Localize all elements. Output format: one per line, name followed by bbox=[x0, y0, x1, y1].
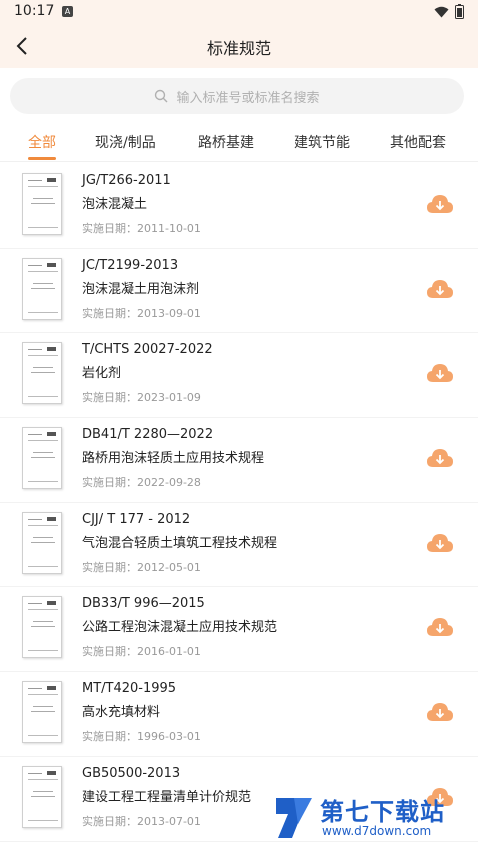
document-thumbnail bbox=[22, 681, 62, 744]
list-item[interactable]: MT/T420-1995 高水充填材料 实施日期：1996-03-01 bbox=[0, 672, 478, 757]
tab-road-bridge[interactable]: 路桥基建 bbox=[198, 132, 254, 152]
status-icons bbox=[434, 4, 464, 19]
tab-energy-saving[interactable]: 建筑节能 bbox=[294, 132, 350, 152]
list-item[interactable]: JC/T2199-2013 泡沫混凝土用泡沫剂 实施日期：2013-09-01 bbox=[0, 249, 478, 334]
watermark-url: www.d7down.com bbox=[322, 824, 432, 838]
effective-date: 实施日期：1996-03-01 bbox=[82, 728, 201, 744]
tab-other[interactable]: 其他配套 bbox=[390, 132, 446, 152]
date-prefix: 实施日期： bbox=[82, 476, 137, 490]
notification-icon: A bbox=[62, 6, 73, 17]
document-thumbnail bbox=[22, 427, 62, 490]
document-thumbnail bbox=[22, 765, 62, 828]
cloud-download-icon bbox=[427, 618, 453, 637]
list-item[interactable]: DB41/T 2280—2022 路桥用泡沫轻质土应用技术规程 实施日期：202… bbox=[0, 418, 478, 503]
effective-date: 实施日期：2011-10-01 bbox=[82, 220, 201, 236]
date-value: 1996-03-01 bbox=[137, 730, 201, 744]
date-prefix: 实施日期： bbox=[82, 730, 137, 744]
document-thumbnail bbox=[22, 173, 62, 235]
standard-code: DB41/T 2280—2022 bbox=[82, 427, 214, 443]
standard-name: 高水充填材料 bbox=[82, 705, 161, 721]
standard-name: 路桥用泡沫轻质土应用技术规程 bbox=[82, 451, 265, 467]
cloud-download-icon bbox=[427, 703, 453, 722]
watermark-title: 第七下载站 bbox=[320, 798, 445, 826]
standard-code: GB50500-2013 bbox=[82, 765, 181, 781]
page-title: 标准规范 bbox=[206, 39, 271, 58]
date-value: 2016-01-01 bbox=[137, 645, 201, 659]
category-tabs: 全部 现浇/制品 路桥基建 建筑节能 其他配套 bbox=[0, 124, 478, 162]
site-logo bbox=[276, 798, 312, 838]
effective-date: 实施日期：2022-09-28 bbox=[82, 474, 201, 490]
standard-name: 建设工程工程量清单计价规范 bbox=[82, 789, 252, 805]
cloud-download-icon bbox=[427, 364, 453, 383]
standard-name: 泡沫混凝土 bbox=[82, 197, 148, 212]
cloud-download-icon bbox=[427, 195, 453, 213]
battery-icon bbox=[455, 4, 464, 19]
search-section: 输入标准号或标准名搜索 bbox=[0, 68, 478, 124]
date-prefix: 实施日期： bbox=[82, 814, 137, 828]
standard-name: 气泡混合轻质土填筑工程技术规程 bbox=[82, 535, 278, 551]
date-prefix: 实施日期： bbox=[82, 306, 137, 320]
tab-all[interactable]: 全部 bbox=[28, 132, 56, 160]
standard-code: JG/T266-2011 bbox=[82, 173, 171, 188]
watermark: 第七下载站 www.d7down.com bbox=[272, 790, 472, 846]
standard-code: MT/T420-1995 bbox=[82, 681, 177, 697]
cloud-download-icon bbox=[427, 533, 453, 552]
nav-bar: 标准规范 bbox=[0, 24, 478, 68]
tab-label: 全部 bbox=[28, 135, 56, 151]
standard-name: 岩化剂 bbox=[82, 366, 122, 382]
search-placeholder: 输入标准号或标准名搜索 bbox=[176, 90, 320, 106]
date-value: 2013-09-01 bbox=[137, 306, 201, 320]
download-button[interactable] bbox=[426, 278, 454, 300]
date-prefix: 实施日期： bbox=[82, 645, 137, 659]
standard-name: 泡沫混凝土用泡沫剂 bbox=[82, 281, 200, 297]
list-item[interactable]: DB33/T 996—2015 公路工程泡沫混凝土应用技术规范 实施日期：201… bbox=[0, 587, 478, 673]
date-value: 2022-09-28 bbox=[137, 476, 201, 490]
document-thumbnail bbox=[22, 257, 62, 320]
download-button[interactable] bbox=[426, 701, 454, 723]
download-button[interactable] bbox=[426, 447, 454, 469]
effective-date: 实施日期：2013-09-01 bbox=[82, 305, 201, 321]
date-value: 2012-05-01 bbox=[137, 560, 201, 574]
status-time: 10:17 bbox=[14, 3, 55, 19]
tab-active-indicator bbox=[28, 157, 56, 160]
date-prefix: 实施日期： bbox=[82, 391, 137, 405]
effective-date: 实施日期：2013-07-01 bbox=[82, 813, 201, 829]
wifi-icon bbox=[434, 6, 449, 17]
download-button[interactable] bbox=[426, 362, 454, 384]
status-bar: 10:17 A bbox=[0, 0, 478, 24]
list-item[interactable]: CJJ/ T 177 - 2012 气泡混合轻质土填筑工程技术规程 实施日期：2… bbox=[0, 503, 478, 588]
document-thumbnail bbox=[22, 342, 62, 405]
list-item[interactable]: JG/T266-2011 泡沫混凝土 实施日期：2011-10-01 bbox=[0, 164, 478, 249]
date-value: 2023-01-09 bbox=[137, 391, 201, 405]
effective-date: 实施日期：2023-01-09 bbox=[82, 389, 201, 405]
standards-list: JG/T266-2011 泡沫混凝土 实施日期：2011-10-01 JC/T2… bbox=[0, 164, 478, 842]
effective-date: 实施日期：2012-05-01 bbox=[82, 559, 201, 575]
cloud-download-icon bbox=[427, 449, 453, 468]
download-button[interactable] bbox=[426, 532, 454, 554]
date-prefix: 实施日期： bbox=[82, 560, 137, 574]
download-button[interactable] bbox=[426, 616, 454, 638]
list-item[interactable]: T/CHTS 20027-2022 岩化剂 实施日期：2023-01-09 bbox=[0, 333, 478, 419]
document-thumbnail bbox=[22, 596, 62, 659]
date-prefix: 实施日期： bbox=[82, 222, 137, 235]
standard-code: DB33/T 996—2015 bbox=[82, 596, 205, 612]
standard-code: JC/T2199-2013 bbox=[82, 257, 179, 273]
date-value: 2013-07-01 bbox=[137, 814, 201, 828]
effective-date: 实施日期：2016-01-01 bbox=[82, 643, 201, 659]
standard-code: T/CHTS 20027-2022 bbox=[82, 342, 213, 358]
standard-name: 公路工程泡沫混凝土应用技术规范 bbox=[82, 620, 278, 636]
date-value: 2011-10-01 bbox=[137, 222, 201, 235]
standard-code: CJJ/ T 177 - 2012 bbox=[82, 511, 191, 527]
search-input[interactable]: 输入标准号或标准名搜索 bbox=[10, 78, 464, 114]
download-button[interactable] bbox=[426, 193, 454, 215]
tab-cast-products[interactable]: 现浇/制品 bbox=[95, 132, 156, 152]
search-icon bbox=[155, 89, 168, 103]
document-thumbnail bbox=[22, 511, 62, 574]
cloud-download-icon bbox=[427, 279, 453, 298]
